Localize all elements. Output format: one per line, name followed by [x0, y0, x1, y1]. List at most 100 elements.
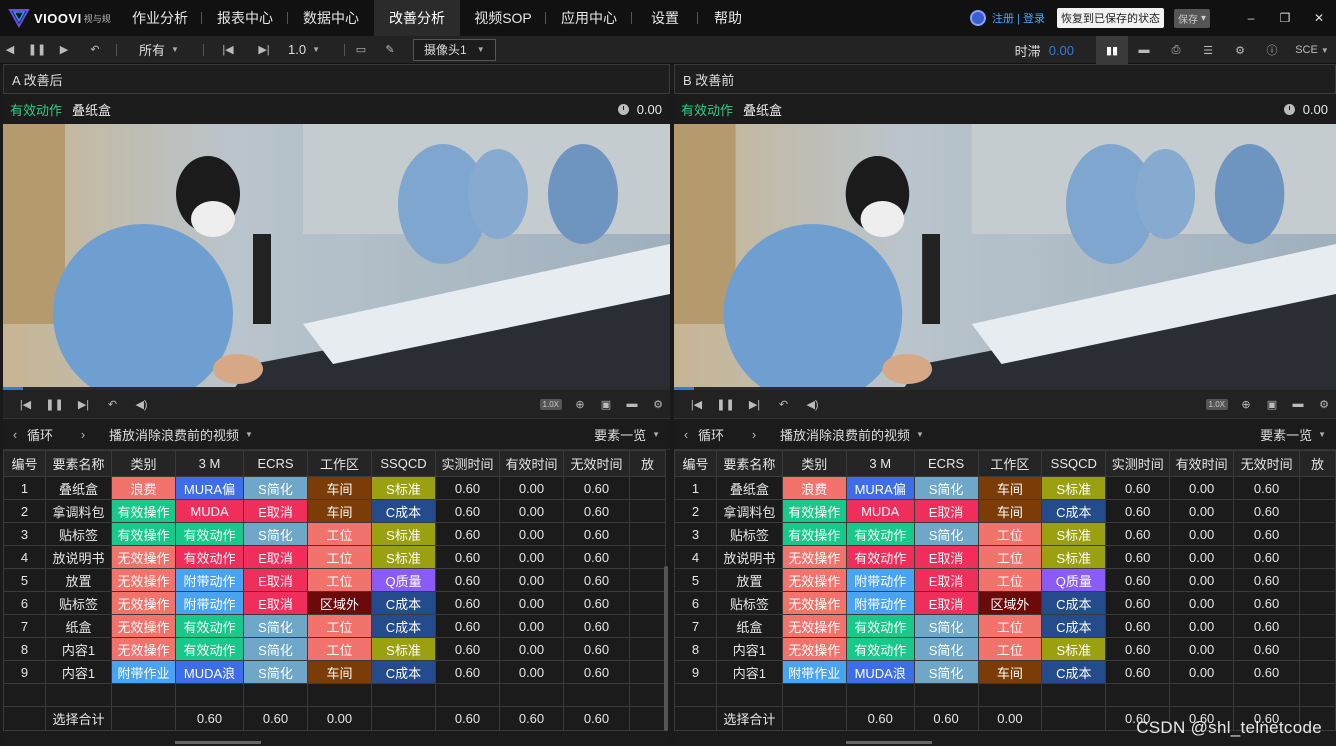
speed-badge[interactable]: 1.0X: [539, 398, 562, 410]
minimize-icon[interactable]: –: [1234, 11, 1268, 25]
skip-end-icon[interactable]: ▶|: [740, 398, 769, 411]
table-row[interactable]: 3 贴标签 有效操作 有效动作 S简化 工位 S标准 0.60 0.00 0.60: [3, 522, 666, 546]
3m-cell[interactable]: 有效动作: [845, 522, 915, 546]
column-header[interactable]: 无效时间: [563, 450, 630, 477]
undo-icon[interactable]: ↶: [74, 43, 116, 56]
column-header[interactable]: 实测时间: [1105, 450, 1171, 477]
column-header[interactable]: 实测时间: [435, 450, 500, 477]
skip-start-icon[interactable]: |◀: [11, 398, 40, 411]
ecrs-cell[interactable]: S简化: [913, 476, 979, 500]
table-row[interactable]: 5 放置 无效操作 附带动作 E取消 工位 Q质量 0.60 0.00 0.60: [674, 568, 1336, 592]
ssqcd-cell[interactable]: S标准: [1041, 476, 1107, 500]
work-area-cell[interactable]: 车间: [307, 476, 372, 500]
table-row[interactable]: 8 内容1 无效操作 有效动作 S简化 工位 S标准 0.60 0.00 0.60: [674, 637, 1336, 661]
skip-start-icon[interactable]: |◀: [204, 43, 252, 56]
pause-icon[interactable]: ❚❚: [40, 398, 69, 411]
ssqcd-cell[interactable]: C成本: [1041, 660, 1107, 684]
volume-icon[interactable]: ◀): [798, 398, 827, 411]
skip-end-icon[interactable]: ▶|: [69, 398, 98, 411]
column-header[interactable]: 要素名称: [715, 450, 783, 477]
3m-cell[interactable]: 有效动作: [175, 637, 244, 661]
work-area-cell[interactable]: 工位: [307, 637, 372, 661]
work-area-cell[interactable]: 工位: [977, 637, 1043, 661]
video-select[interactable]: 播放消除浪费前的视频 ▼: [109, 425, 253, 444]
category-cell[interactable]: 无效操作: [111, 591, 176, 615]
category-cell[interactable]: 浪费: [111, 476, 176, 500]
ssqcd-cell[interactable]: S标准: [1041, 522, 1107, 546]
video-player[interactable]: [3, 124, 670, 390]
ssqcd-cell[interactable]: C成本: [1041, 591, 1107, 615]
ecrs-cell[interactable]: E取消: [913, 499, 979, 523]
camera-select[interactable]: 摄像头1 ▼: [413, 38, 496, 61]
category-cell[interactable]: 附带作业: [781, 660, 847, 684]
work-area-cell[interactable]: 车间: [977, 499, 1043, 523]
filter-dropdown[interactable]: 所有 ▼: [139, 40, 203, 59]
table-row[interactable]: 6 贴标签 无效操作 附带动作 E取消 区域外 C成本 0.60 0.00 0.60: [3, 591, 666, 615]
ecrs-cell[interactable]: S简化: [243, 637, 308, 661]
category-cell[interactable]: 有效操作: [111, 499, 176, 523]
column-header[interactable]: 有效时间: [1169, 450, 1235, 477]
ssqcd-cell[interactable]: C成本: [1041, 499, 1107, 523]
column-header[interactable]: SSQCD: [1041, 450, 1107, 477]
element-list-select[interactable]: 要素一览 ▼: [1260, 425, 1326, 444]
restore-window-icon[interactable]: ❐: [1268, 11, 1302, 25]
work-area-cell[interactable]: 工位: [307, 522, 372, 546]
column-header[interactable]: 编号: [674, 450, 717, 477]
user-icon[interactable]: [969, 10, 986, 26]
volume-icon[interactable]: ◀): [127, 398, 156, 411]
table-row[interactable]: 7 纸盒 无效操作 有效动作 S简化 工位 C成本 0.60 0.00 0.60: [674, 614, 1336, 638]
table-row[interactable]: 7 纸盒 无效操作 有效动作 S简化 工位 C成本 0.60 0.00 0.60: [3, 614, 666, 638]
ssqcd-cell[interactable]: C成本: [371, 591, 436, 615]
column-header[interactable]: ECRS: [243, 450, 308, 477]
3m-cell[interactable]: 附带动作: [845, 568, 915, 592]
ssqcd-cell[interactable]: C成本: [371, 499, 436, 523]
category-cell[interactable]: 有效操作: [111, 522, 176, 546]
category-cell[interactable]: 浪费: [781, 476, 847, 500]
work-area-cell[interactable]: 车间: [977, 660, 1043, 684]
3m-cell[interactable]: MURA偏: [845, 476, 915, 500]
ssqcd-cell[interactable]: Q质量: [371, 568, 436, 592]
loop-mode[interactable]: 循环: [27, 425, 71, 444]
chevron-right-icon[interactable]: ›: [742, 427, 766, 442]
ecrs-cell[interactable]: S简化: [913, 637, 979, 661]
table-row[interactable]: 6 贴标签 无效操作 附带动作 E取消 区域外 C成本 0.60 0.00 0.60: [674, 591, 1336, 615]
nav-settings[interactable]: 设置: [632, 0, 698, 36]
category-cell[interactable]: 无效操作: [781, 591, 847, 615]
zoom-icon[interactable]: ⊕: [572, 398, 588, 411]
ecrs-cell[interactable]: S简化: [243, 476, 308, 500]
chevron-left-icon[interactable]: ‹: [674, 427, 698, 442]
3m-cell[interactable]: 附带动作: [845, 591, 915, 615]
zoom-icon[interactable]: ⊕: [1238, 398, 1254, 411]
vertical-scrollbar[interactable]: [664, 566, 668, 731]
ecrs-cell[interactable]: S简化: [243, 660, 308, 684]
category-cell[interactable]: 无效操作: [111, 568, 176, 592]
column-header[interactable]: 类别: [111, 450, 176, 477]
ssqcd-cell[interactable]: S标准: [371, 476, 436, 500]
nav-improvement-analysis[interactable]: 改善分析: [374, 0, 460, 36]
3m-cell[interactable]: 有效动作: [175, 545, 244, 569]
skip-end-icon[interactable]: ▶|: [252, 43, 276, 56]
ecrs-cell[interactable]: E取消: [913, 545, 979, 569]
nav-video-sop[interactable]: 视频SOP: [460, 0, 546, 36]
undo-icon[interactable]: ↶: [769, 398, 798, 411]
pause-icon[interactable]: ❚❚: [711, 398, 740, 411]
video-player[interactable]: [674, 124, 1336, 390]
folder-icon[interactable]: ▬: [624, 398, 640, 410]
horizontal-scrollbar[interactable]: [846, 741, 932, 744]
element-list-select[interactable]: 要素一览 ▼: [594, 425, 660, 444]
sce-dropdown[interactable]: SCE ▼: [1288, 36, 1336, 64]
table-row[interactable]: 9 内容1 附带作业 MUDA浪 S简化 车间 C成本 0.60 0.00 0.60: [674, 660, 1336, 684]
ssqcd-cell[interactable]: S标准: [1041, 637, 1107, 661]
category-cell[interactable]: 附带作业: [111, 660, 176, 684]
ssqcd-cell[interactable]: S标准: [371, 637, 436, 661]
folder-icon[interactable]: ▬: [1290, 398, 1306, 410]
ssqcd-cell[interactable]: C成本: [371, 614, 436, 638]
work-area-cell[interactable]: 工位: [977, 522, 1043, 546]
category-cell[interactable]: 无效操作: [781, 637, 847, 661]
work-area-cell[interactable]: 工位: [307, 614, 372, 638]
3m-cell[interactable]: 有效动作: [845, 614, 915, 638]
3m-cell[interactable]: MUDA浪: [845, 660, 915, 684]
column-header[interactable]: 有效时间: [499, 450, 564, 477]
ssqcd-cell[interactable]: S标准: [371, 545, 436, 569]
table-row[interactable]: 2 拿调料包 有效操作 MUDA E取消 车间 C成本 0.60 0.00 0.60: [3, 499, 666, 523]
